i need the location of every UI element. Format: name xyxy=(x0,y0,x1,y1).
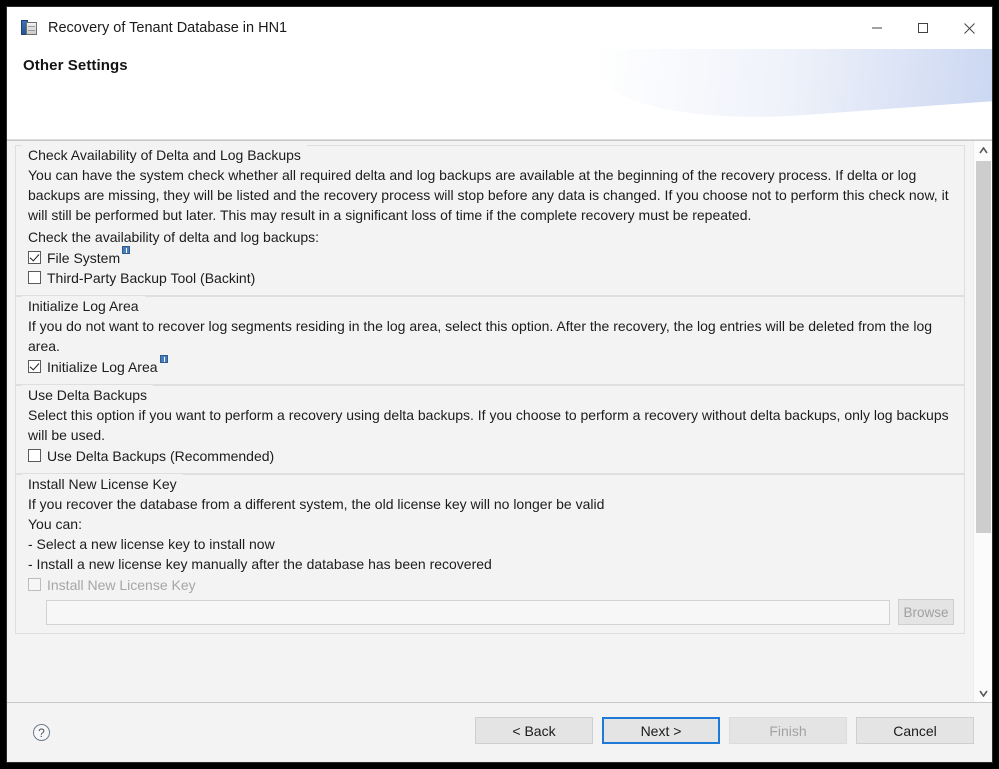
page-title: Other Settings xyxy=(23,57,128,74)
group-description: Select this option if you want to perfor… xyxy=(28,407,949,443)
cancel-button[interactable]: Cancel xyxy=(856,717,974,744)
group-description: If you do not want to recover log segmen… xyxy=(28,318,933,354)
license-key-field-row: Browse xyxy=(16,594,964,625)
help-icon[interactable]: ? xyxy=(33,724,50,741)
license-line-2: - Install a new license key manually aft… xyxy=(28,556,492,572)
dialog-footer: ? < Back Next > Finish Cancel xyxy=(7,703,992,762)
title-bar: Recovery of Tenant Database in HN1 xyxy=(7,7,992,49)
group-initialize-log-area: Initialize Log Area If you do not want t… xyxy=(15,296,965,385)
window-controls xyxy=(854,7,992,49)
close-icon[interactable] xyxy=(946,7,992,49)
group-install-new-license-key: Install New License Key If you recover t… xyxy=(15,474,965,634)
group-legend-label: Use Delta Backups xyxy=(28,387,148,403)
header-decoration xyxy=(595,49,992,130)
group-use-delta-backups: Use Delta Backups Select this option if … xyxy=(15,385,965,474)
checkbox-label: Use Delta Backups (Recommended) xyxy=(47,448,275,464)
minimize-icon[interactable] xyxy=(854,7,900,49)
group-legend-label: Install New License Key xyxy=(28,476,177,492)
group-description: If you recover the database from a diffe… xyxy=(28,496,605,512)
dialog-window: Recovery of Tenant Database in HN1 Other… xyxy=(6,6,993,763)
next-button[interactable]: Next > xyxy=(602,717,720,744)
browse-button[interactable]: Browse xyxy=(898,599,954,625)
checkbox-initialize-log-area[interactable]: Initialize Log Area xyxy=(16,355,964,376)
checkbox-label: Install New License Key xyxy=(47,577,196,593)
group-sublabel: Check the availability of delta and log … xyxy=(28,229,320,245)
checkbox-label: Initialize Log Area xyxy=(47,359,158,375)
checkbox-label: File System xyxy=(47,250,121,266)
group-legend: Install New License Key xyxy=(16,474,964,494)
finish-button: Finish xyxy=(729,717,847,744)
info-badge-icon[interactable] xyxy=(122,246,131,254)
checkbox-use-delta-backups[interactable]: Use Delta Backups (Recommended) xyxy=(16,445,964,465)
checkbox-install-new-license-key[interactable]: Install New License Key xyxy=(16,574,964,594)
group-description: You can have the system check whether al… xyxy=(28,167,949,223)
checkbox-third-party-backup-tool[interactable]: Third-Party Backup Tool (Backint) xyxy=(16,267,964,287)
maximize-icon[interactable] xyxy=(900,7,946,49)
database-icon xyxy=(21,19,39,37)
checkbox-box[interactable] xyxy=(28,271,41,284)
group-legend: Check Availability of Delta and Log Back… xyxy=(16,145,964,165)
license-key-input[interactable] xyxy=(46,599,890,625)
group-legend-label: Check Availability of Delta and Log Back… xyxy=(28,147,301,163)
checkbox-box xyxy=(28,578,41,591)
settings-content: Check Availability of Delta and Log Back… xyxy=(7,141,973,702)
scroll-up-arrow-icon[interactable] xyxy=(974,141,992,159)
dialog-button-bar: < Back Next > Finish Cancel xyxy=(475,717,974,744)
license-line-0: You can: xyxy=(28,516,82,532)
group-legend: Use Delta Backups xyxy=(16,385,964,405)
vertical-scrollbar[interactable] xyxy=(973,141,992,702)
settings-body: Check Availability of Delta and Log Back… xyxy=(7,140,992,703)
license-line-1: - Select a new license key to install no… xyxy=(28,536,275,552)
scrollbar-thumb[interactable] xyxy=(976,161,991,533)
window-title: Recovery of Tenant Database in HN1 xyxy=(48,20,288,36)
back-button[interactable]: < Back xyxy=(475,717,593,744)
group-check-availability: Check Availability of Delta and Log Back… xyxy=(15,145,965,296)
checkbox-file-system[interactable]: File System xyxy=(16,246,964,267)
info-badge-icon[interactable] xyxy=(159,355,168,363)
checkbox-box[interactable] xyxy=(28,360,41,373)
checkbox-box[interactable] xyxy=(28,251,41,264)
group-legend: Initialize Log Area xyxy=(16,296,964,316)
checkbox-box[interactable] xyxy=(28,449,41,462)
wizard-header: Other Settings xyxy=(7,49,992,140)
checkbox-label: Third-Party Backup Tool (Backint) xyxy=(47,270,256,286)
scroll-down-arrow-icon[interactable] xyxy=(974,684,992,702)
group-legend-label: Initialize Log Area xyxy=(28,298,139,314)
